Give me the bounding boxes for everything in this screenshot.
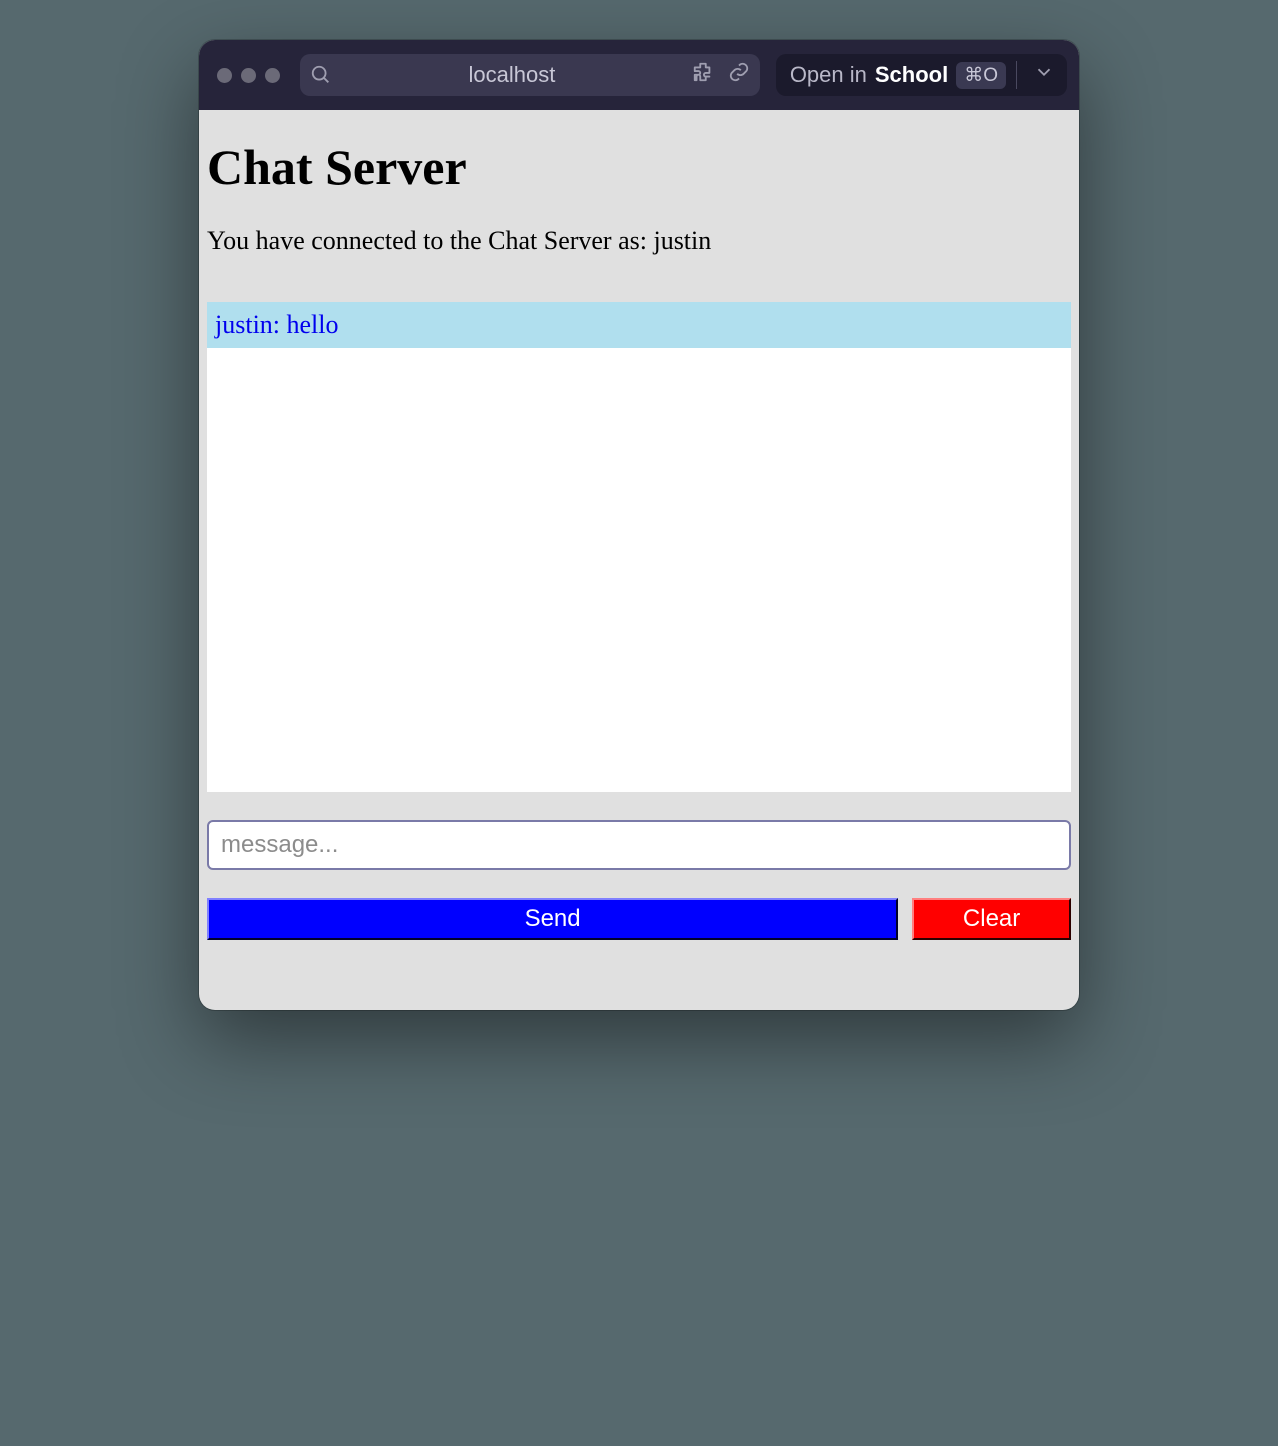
status-prefix: You have connected to the Chat Server as… <box>207 226 653 255</box>
separator <box>1016 61 1017 89</box>
url-text: localhost <box>342 62 682 88</box>
open-in-target: School <box>875 62 948 88</box>
maximize-window-button[interactable] <box>265 68 280 83</box>
chat-log: justin: hello <box>207 302 1071 792</box>
link-icon[interactable] <box>728 61 750 89</box>
address-bar[interactable]: localhost <box>300 54 760 96</box>
search-icon <box>310 64 332 86</box>
connection-status: You have connected to the Chat Server as… <box>207 226 1071 256</box>
chat-message: justin: hello <box>207 302 1071 348</box>
minimize-window-button[interactable] <box>241 68 256 83</box>
open-in-prefix: Open in <box>790 62 867 88</box>
message-input[interactable] <box>207 820 1071 870</box>
page-content: Chat Server You have connected to the Ch… <box>199 110 1079 1010</box>
clear-button[interactable]: Clear <box>912 898 1071 940</box>
close-window-button[interactable] <box>217 68 232 83</box>
open-in-profile-button[interactable]: Open in School ⌘O <box>776 54 1067 96</box>
chevron-down-icon[interactable] <box>1027 61 1061 89</box>
browser-titlebar: localhost Open in School ⌘O <box>199 40 1079 110</box>
page-title: Chat Server <box>207 138 1071 196</box>
button-row: Send Clear <box>207 898 1071 940</box>
keyboard-shortcut: ⌘O <box>956 62 1006 89</box>
send-button[interactable]: Send <box>207 898 898 940</box>
connected-username: justin <box>653 226 711 255</box>
traffic-lights <box>211 68 292 83</box>
browser-window: localhost Open in School ⌘O Chat Server … <box>199 40 1079 1010</box>
extensions-icon[interactable] <box>692 61 714 89</box>
